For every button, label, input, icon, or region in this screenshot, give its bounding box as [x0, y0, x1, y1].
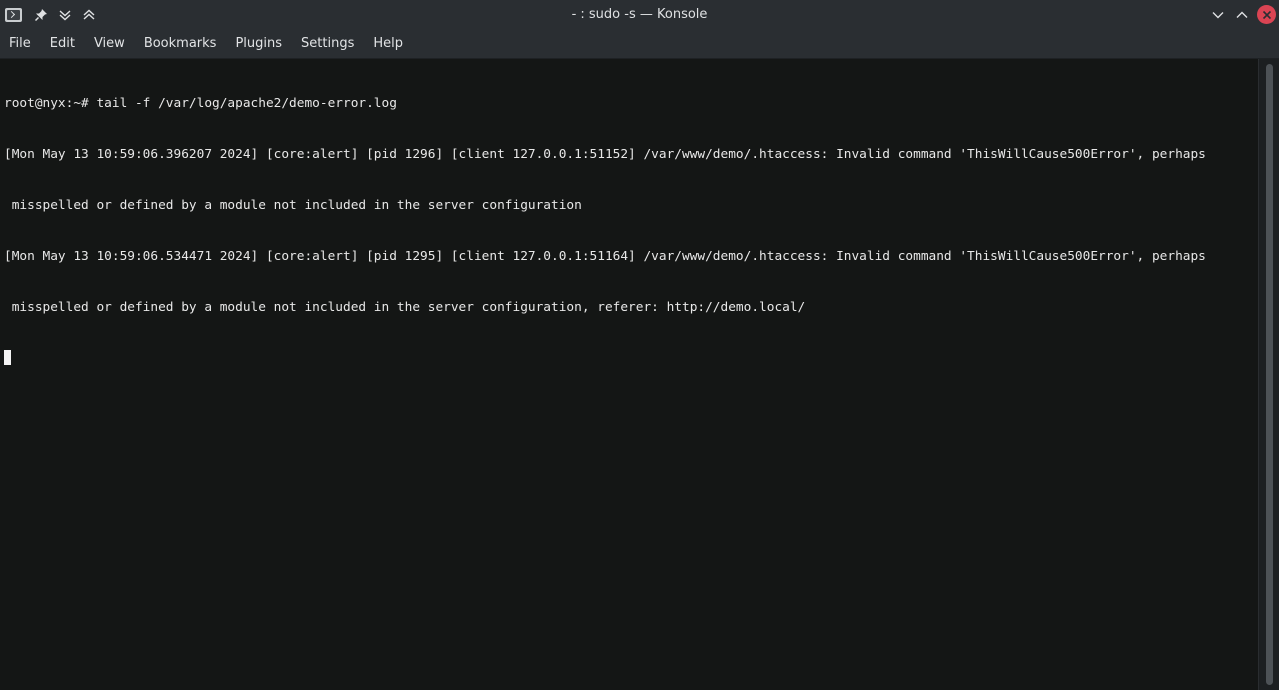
terminal-output[interactable]: root@nyx:~# tail -f /var/log/apache2/dem…	[0, 59, 1258, 690]
keep-below-icon[interactable]	[56, 6, 74, 24]
pin-icon[interactable]	[32, 6, 50, 24]
window-title: - : sudo -s — Konsole	[571, 7, 708, 22]
scrollbar-thumb[interactable]	[1266, 64, 1273, 685]
close-icon[interactable]	[1257, 5, 1276, 24]
konsole-app-icon[interactable]	[5, 7, 22, 22]
terminal-line: misspelled or defined by a module not in…	[4, 198, 582, 213]
window-controls	[1209, 0, 1276, 29]
text-cursor	[4, 350, 11, 365]
terminal-line: [Mon May 13 10:59:06.396207 2024] [core:…	[4, 147, 1206, 162]
menu-help[interactable]: Help	[365, 29, 411, 59]
terminal-line: root@nyx:~# tail -f /var/log/apache2/dem…	[4, 96, 397, 111]
title-bar: - : sudo -s — Konsole	[0, 0, 1279, 29]
menu-bar: File Edit View Bookmarks Plugins Setting…	[0, 29, 1279, 59]
menu-bookmarks[interactable]: Bookmarks	[136, 29, 225, 59]
cursor-line	[4, 350, 1254, 367]
keep-above-icon[interactable]	[80, 6, 98, 24]
menu-plugins[interactable]: Plugins	[227, 29, 290, 59]
vertical-scrollbar[interactable]	[1258, 59, 1279, 690]
menu-settings[interactable]: Settings	[293, 29, 362, 59]
menu-file[interactable]: File	[1, 29, 39, 59]
menu-view[interactable]: View	[86, 29, 133, 59]
menu-edit[interactable]: Edit	[42, 29, 83, 59]
terminal-line: [Mon May 13 10:59:06.534471 2024] [core:…	[4, 249, 1206, 264]
minimize-icon[interactable]	[1209, 6, 1227, 24]
maximize-icon[interactable]	[1233, 6, 1251, 24]
title-bar-left-controls	[0, 6, 98, 24]
terminal-line: misspelled or defined by a module not in…	[4, 300, 806, 315]
